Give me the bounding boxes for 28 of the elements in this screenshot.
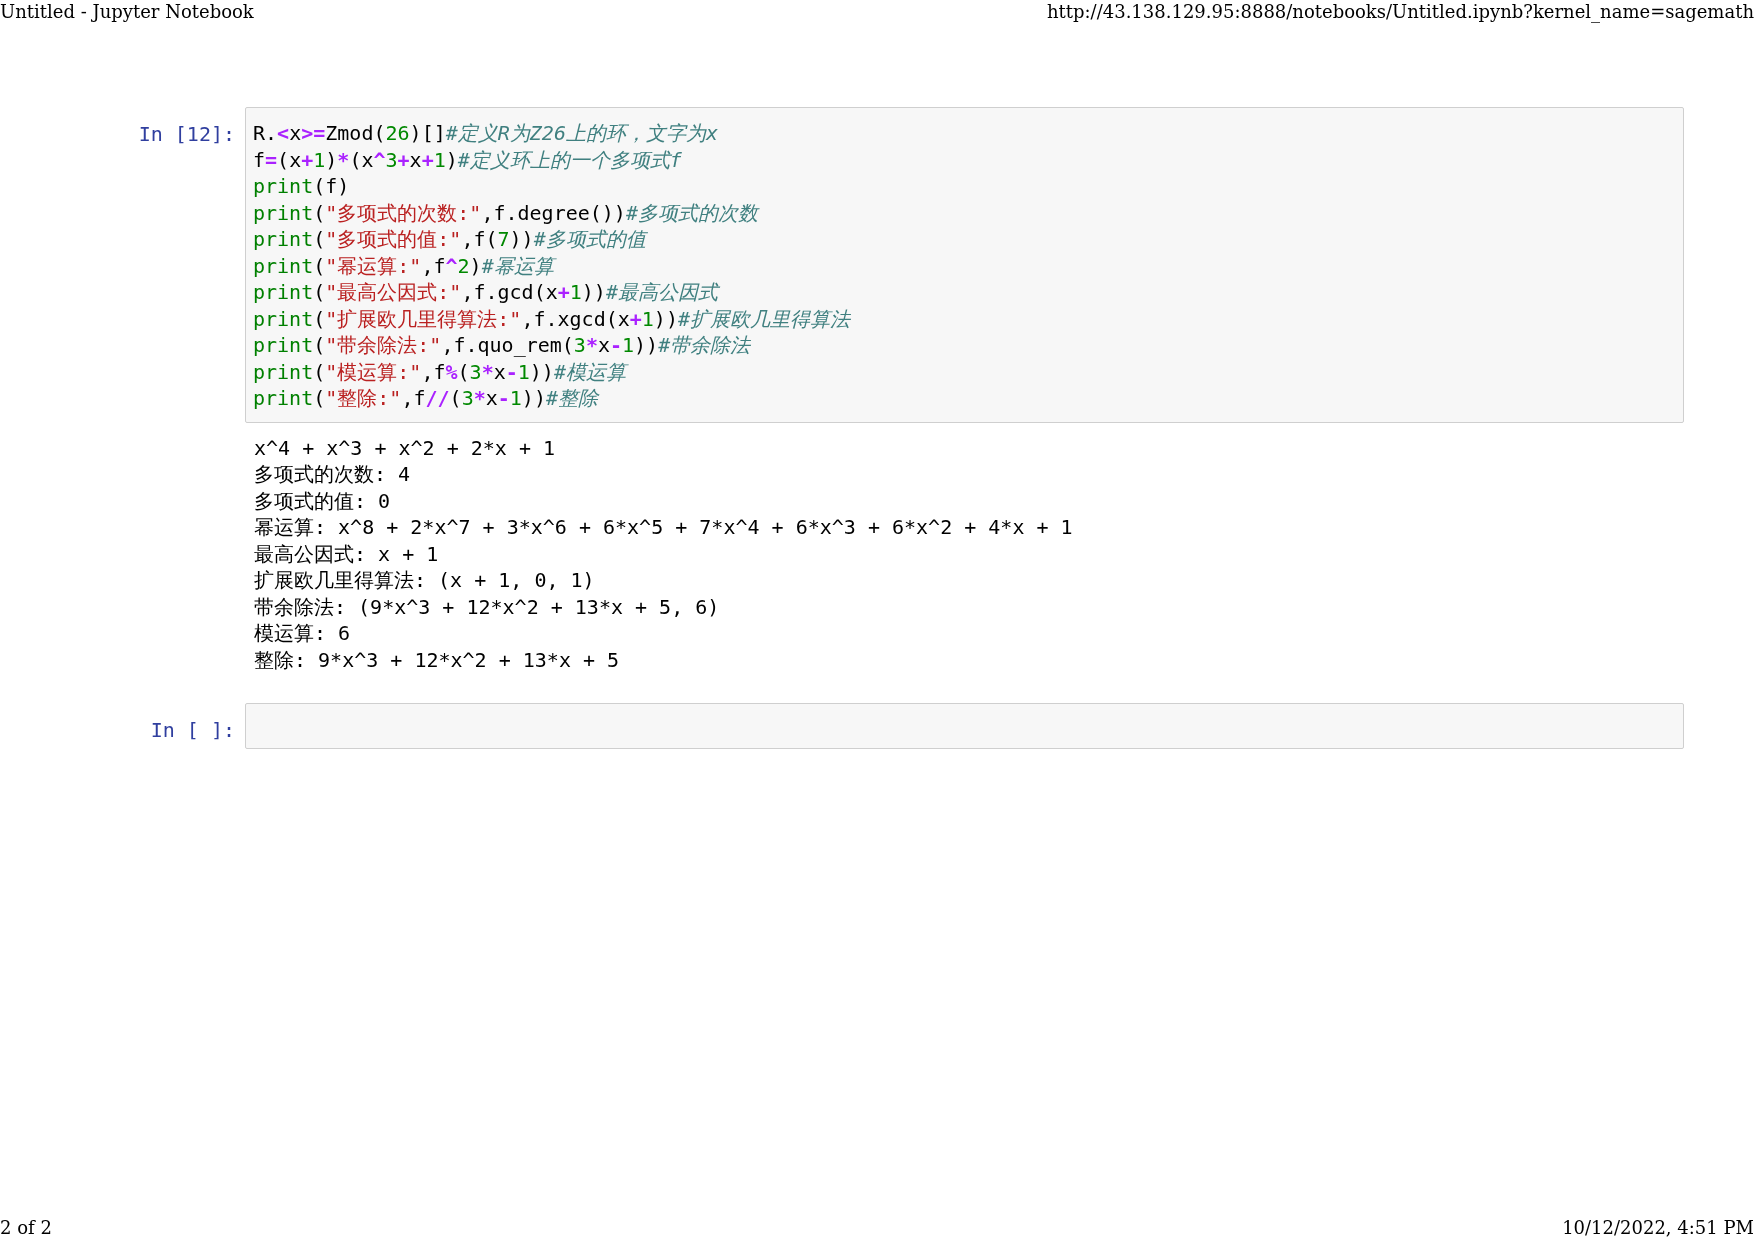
- code-editor[interactable]: [245, 107, 1684, 423]
- code-line: print("多项式的次数:",f.degree())#多项式的次数: [253, 199, 761, 226]
- output-line: 扩展欧几里得算法: (x + 1, 0, 1): [254, 567, 596, 594]
- code-line: f=(x+1)*(x^3+x+1)#定义环上的一个多项式f: [253, 146, 683, 173]
- print-datetime: 10/12/2022, 4:51 PM: [1562, 1216, 1754, 1240]
- output-line: 多项式的次数: 4: [254, 461, 412, 488]
- code-line: print("扩展欧几里得算法:",f.xgcd(x+1))#扩展欧几里得算法: [253, 305, 852, 332]
- page-title: Untitled - Jupyter Notebook: [0, 0, 254, 24]
- cell-prompt: In [ ]:: [149, 717, 235, 744]
- code-line: print("模运算:",f%(3*x-1))#模运算: [253, 358, 1676, 385]
- output-line: x^4 + x^3 + x^2 + 2*x + 1: [254, 434, 557, 461]
- code-line: print("带余除法:",f.quo_rem(3*x-1))#带余除法: [253, 332, 752, 359]
- output-line: 幂运算: x^8 + 2*x^7 + 3*x^6 + 6*x^5 + 7*x^4 + 6*x^3 + 6*x^2 + 4*x + 1: [254, 514, 1074, 541]
- page-url: http://43.138.129.95:8888/notebooks/Untitled.ipynb?kernel_name=sagemath: [1046, 0, 1754, 24]
- output-line: 模运算: 6: [254, 620, 352, 647]
- code-line: R.<x>=Zmod(26)[]#定义R为Z26上的环，文字为x: [253, 120, 719, 147]
- code-line: print("最高公因式:",f.gcd(x+1))#最高公因式: [253, 279, 721, 306]
- cell-prompt: In [12]:: [137, 121, 235, 148]
- page-number: 2 of 2: [0, 1216, 52, 1240]
- code-line: print("幂运算:",f^2)#幂运算: [253, 252, 1676, 279]
- output-line: 整除: 9*x^3 + 12*x^2 + 13*x + 5: [254, 646, 621, 673]
- code-line: print(f): [253, 173, 351, 200]
- code-input-field[interactable]: [245, 703, 1684, 749]
- output-line: 最高公因式: x + 1: [254, 540, 440, 567]
- code-line: print("整除:",f//(3*x-1))#整除: [253, 385, 601, 412]
- output-line: 带余除法: (9*x^3 + 12*x^2 + 13*x + 5, 6): [254, 593, 721, 620]
- code-line: print("多项式的值:",f(7))#多项式的值: [253, 226, 649, 253]
- output-line: 多项式的值: 0: [254, 487, 392, 514]
